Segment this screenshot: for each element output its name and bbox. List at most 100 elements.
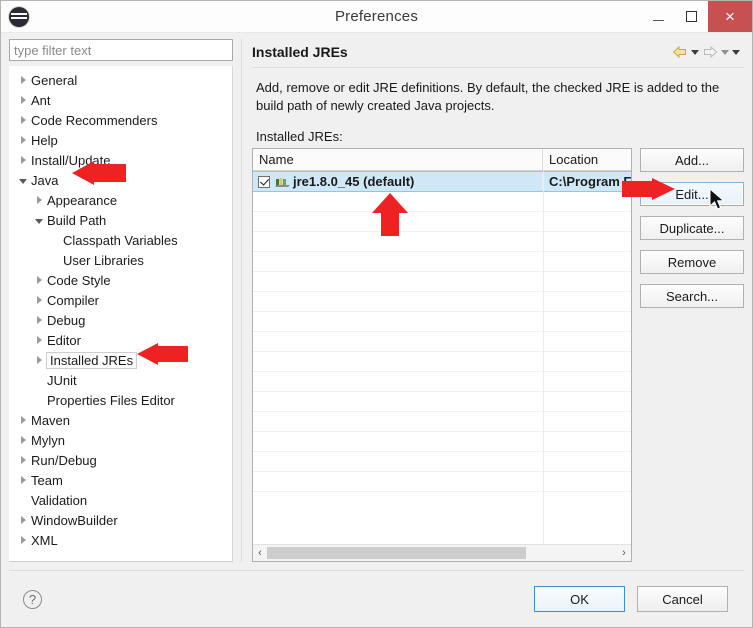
sidebar-item-installed-jres[interactable]: Installed JREs [9,350,233,370]
sidebar-item-label: Compiler [47,292,100,308]
chevron-right-icon[interactable] [31,336,47,344]
sidebar-item-label: Editor [47,332,81,348]
table-row-empty [253,412,631,432]
ok-button[interactable]: OK [534,586,625,612]
duplicate-button[interactable]: Duplicate... [640,216,744,240]
chevron-down-icon[interactable] [31,217,47,224]
jre-table[interactable]: Name Location jre1.8.0_45 (default) C:\Pr… [252,148,632,562]
sidebar-item-label: Mylyn [31,432,65,448]
sidebar-item-label: Code Style [47,272,111,288]
chevron-right-icon[interactable] [15,96,31,104]
sidebar-item-mylyn[interactable]: Mylyn [9,430,233,450]
remove-button[interactable]: Remove [640,250,744,274]
chevron-right-icon[interactable] [15,416,31,424]
sidebar-item-compiler[interactable]: Compiler [9,290,233,310]
chevron-right-icon[interactable] [15,136,31,144]
chevron-down-icon[interactable] [15,177,31,184]
chevron-right-icon[interactable] [15,116,31,124]
back-menu-chevron-down-icon[interactable] [691,49,699,55]
window-controls: × [642,1,752,32]
more-chevron-down-icon[interactable] [732,49,740,55]
sidebar-item-label: Appearance [47,192,118,208]
table-body[interactable]: jre1.8.0_45 (default) C:\Program Fil [253,171,631,544]
sidebar-item-validation[interactable]: Validation [9,490,233,510]
jre-action-buttons: Add... Edit... Duplicate... Remove Search... [640,148,744,562]
preferences-tree[interactable]: General Ant Code Recommenders Help Install/U… [9,66,233,562]
filter-input[interactable]: type filter text [14,43,91,58]
chevron-right-icon[interactable] [31,296,47,304]
sidebar-item-label: Classpath Variables [63,232,178,248]
table-row-empty [253,192,631,212]
sidebar-item-maven[interactable]: Maven [9,410,233,430]
column-header-location[interactable]: Location [543,149,631,170]
cancel-button[interactable]: Cancel [637,586,728,612]
sidebar-item-label: User Libraries [63,252,144,268]
help-question-icon[interactable]: ? [23,589,42,609]
table-row-empty [253,312,631,332]
page-title: Installed JREs [252,44,348,60]
scrollbar-thumb[interactable] [267,547,526,559]
table-area: Name Location jre1.8.0_45 (default) C:\Pr… [252,148,744,562]
chevron-right-icon[interactable] [31,196,47,204]
sidebar-item-appearance[interactable]: Appearance [9,190,233,210]
sidebar-item-team[interactable]: Team [9,470,233,490]
dialog-content: type filter text General Ant Code Recommen… [1,33,752,562]
sidebar-item-label: Build Path [47,212,107,228]
footer-buttons: OK Cancel [534,586,728,612]
sidebar-item-ant[interactable]: Ant [9,90,233,110]
chevron-right-icon[interactable] [15,436,31,444]
back-arrow-icon[interactable] [672,45,688,59]
table-row-empty [253,332,631,352]
cell-name: jre1.8.0_45 (default) [253,174,543,189]
sidebar-item-debug[interactable]: Debug [9,310,233,330]
chevron-right-icon[interactable] [31,356,47,364]
sidebar-item-general[interactable]: General [9,70,233,90]
sidebar-item-install-update[interactable]: Install/Update [9,150,233,170]
column-divider [543,171,544,544]
chevron-right-icon[interactable] [31,316,47,324]
edit-button[interactable]: Edit... [640,182,744,206]
sidebar-item-classpath-variables[interactable]: Classpath Variables [9,230,233,250]
chevron-right-icon[interactable] [15,156,31,164]
sidebar-item-label: Run/Debug [31,452,97,468]
sidebar-item-label: JUnit [47,372,77,388]
column-header-name[interactable]: Name [253,149,543,170]
sidebar-item-code-recommenders[interactable]: Code Recommenders [9,110,233,130]
scroll-right-icon[interactable]: › [617,547,631,559]
sidebar-item-properties-files-editor[interactable]: Properties Files Editor [9,390,233,410]
sidebar-item-editor[interactable]: Editor [9,330,233,350]
sidebar-item-run-debug[interactable]: Run/Debug [9,450,233,470]
sidebar-item-xml[interactable]: XML [9,530,233,550]
sidebar-item-user-libraries[interactable]: User Libraries [9,250,233,270]
maximize-button[interactable] [675,1,708,32]
sidebar-item-label: Validation [31,492,88,508]
sidebar-item-code-style[interactable]: Code Style [9,270,233,290]
preferences-sidebar: type filter text General Ant Code Recommen… [9,39,233,562]
table-row[interactable]: jre1.8.0_45 (default) C:\Program Fil [253,171,631,192]
sidebar-item-java[interactable]: Java [9,170,233,190]
close-button[interactable]: × [708,1,752,32]
chevron-right-icon[interactable] [31,276,47,284]
search-button[interactable]: Search... [640,284,744,308]
scrollbar-track[interactable] [267,546,617,560]
chevron-right-icon[interactable] [15,476,31,484]
chevron-right-icon[interactable] [15,456,31,464]
sidebar-item-help[interactable]: Help [9,130,233,150]
table-horizontal-scrollbar[interactable]: ‹ › [253,544,631,561]
add-button[interactable]: Add... [640,148,744,172]
sidebar-item-junit[interactable]: JUnit [9,370,233,390]
table-row-empty [253,472,631,492]
chevron-right-icon[interactable] [15,536,31,544]
jre-checkbox[interactable] [258,175,270,188]
page-header: Installed JREs [252,39,744,65]
table-row-empty [253,212,631,232]
sidebar-item-windowbuilder[interactable]: WindowBuilder [9,510,233,530]
table-row-empty [253,372,631,392]
forward-menu-chevron-down-icon [721,49,729,55]
chevron-right-icon[interactable] [15,76,31,84]
filter-input-wrap[interactable]: type filter text [9,39,233,61]
scroll-left-icon[interactable]: ‹ [253,547,267,559]
chevron-right-icon[interactable] [15,516,31,524]
minimize-button[interactable] [642,1,675,32]
sidebar-item-build-path[interactable]: Build Path [9,210,233,230]
